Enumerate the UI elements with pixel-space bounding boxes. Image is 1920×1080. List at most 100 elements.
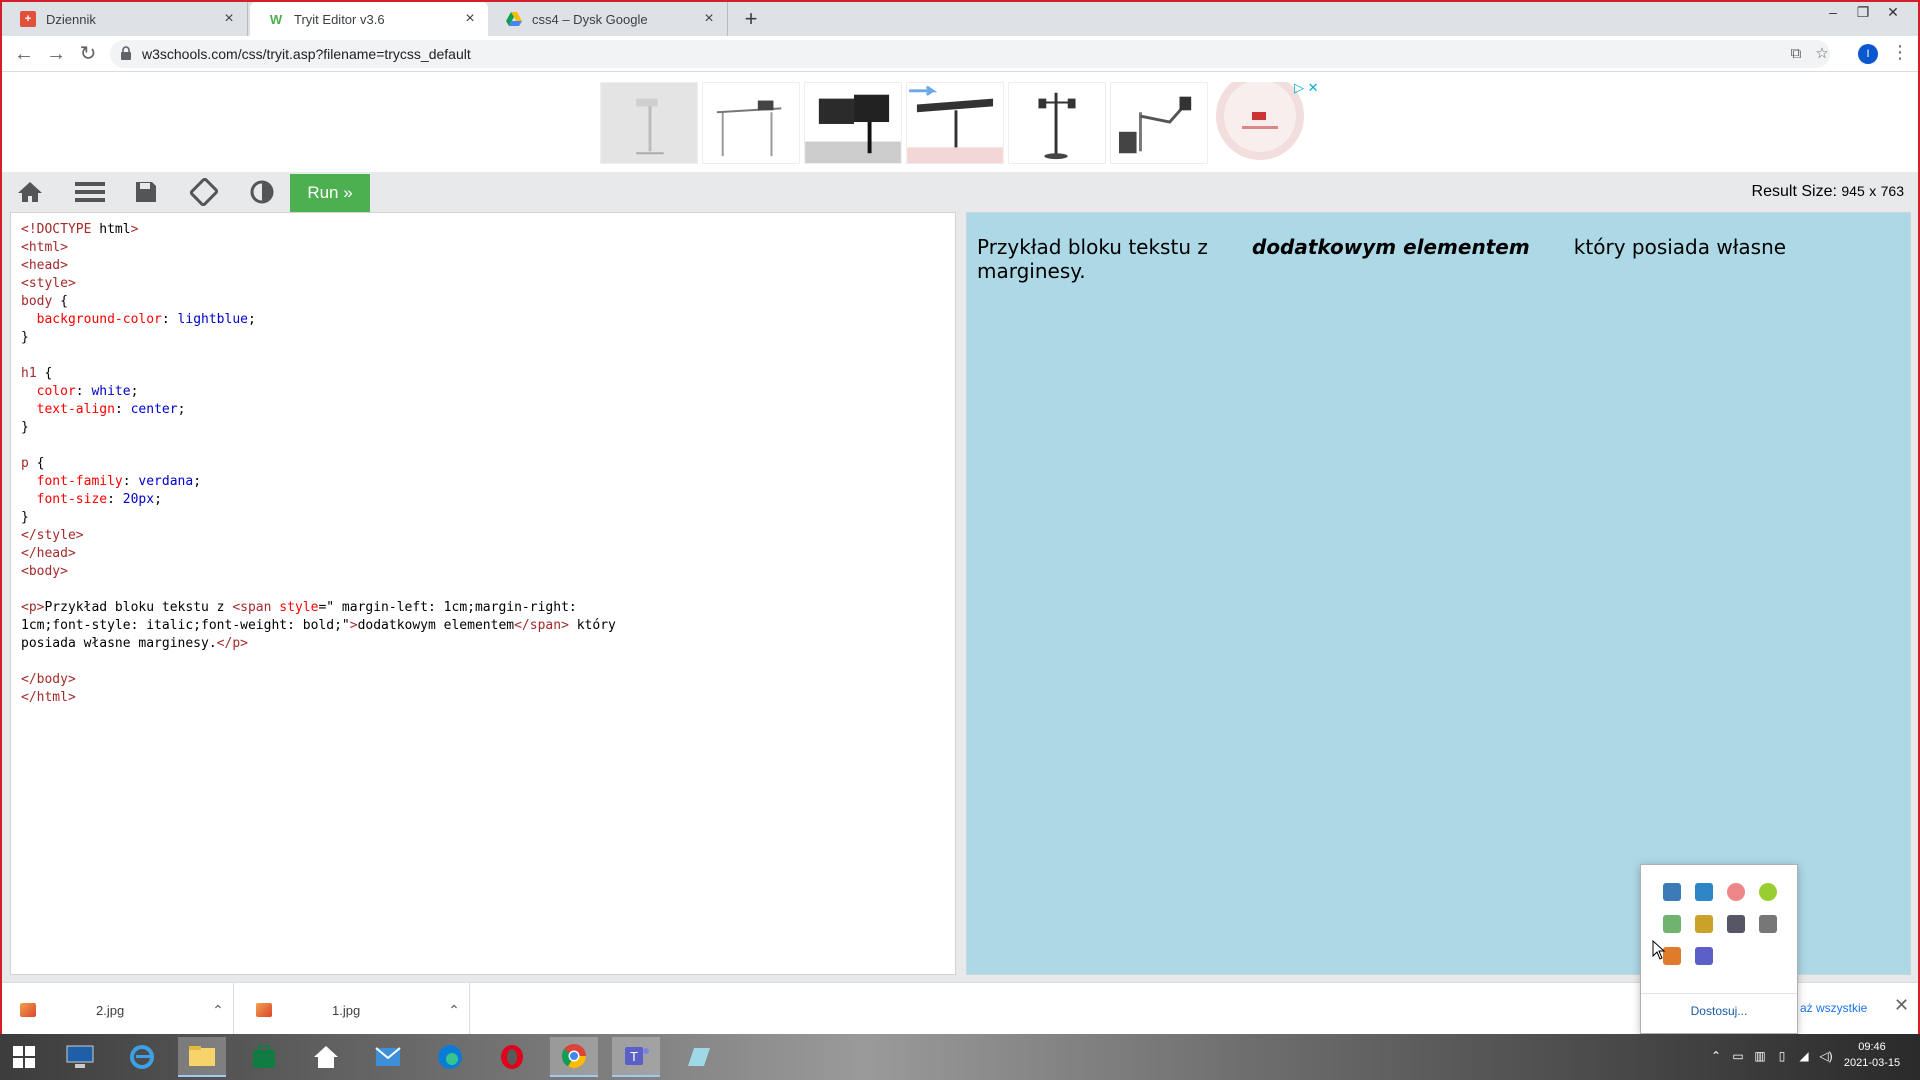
download-item[interactable]: 1.jpg ⌃	[238, 983, 470, 1037]
code-line[interactable]: h1 {	[21, 365, 945, 383]
code-line[interactable]: text-align: center;	[21, 401, 945, 419]
back-icon[interactable]: ←	[12, 42, 36, 66]
printer-tray-icon[interactable]	[1759, 915, 1777, 933]
theme-toggle-icon[interactable]	[244, 178, 280, 206]
restore-icon[interactable]: ❐	[1848, 4, 1878, 24]
ad-thumb-2[interactable]	[702, 82, 800, 164]
browser-menu-icon[interactable]: ⋮	[1890, 42, 1910, 66]
file-explorer-icon[interactable]	[178, 1037, 226, 1077]
opera-icon[interactable]	[488, 1037, 536, 1077]
code-line[interactable]: font-size: 20px;	[21, 491, 945, 509]
tab-google-drive[interactable]: css4 – Dysk Google ×	[488, 2, 728, 36]
result-span-emphasis: dodatkowym elementem	[1252, 235, 1530, 259]
code-line[interactable]: 1cm;font-style: italic;font-weight: bold…	[21, 617, 945, 635]
forward-icon[interactable]: →	[44, 42, 68, 66]
code-line[interactable]: color: white;	[21, 383, 945, 401]
code-line[interactable]: </body>	[21, 671, 945, 689]
bookmark-star-icon[interactable]: ☆	[1812, 44, 1832, 64]
wifi-icon[interactable]: ◢	[1796, 1048, 1812, 1064]
code-line[interactable]: ​	[21, 581, 945, 599]
code-line[interactable]: ​	[21, 653, 945, 671]
mail-icon[interactable]	[364, 1037, 412, 1077]
close-icon[interactable]: ×	[219, 10, 239, 28]
ad-thumb-1[interactable]	[600, 82, 698, 164]
notes-app-icon[interactable]	[674, 1037, 722, 1077]
new-tab-button[interactable]: +	[738, 6, 764, 32]
close-icon[interactable]: ×	[699, 10, 719, 28]
run-button[interactable]: Run »	[290, 174, 370, 212]
security-tray-icon[interactable]	[1663, 915, 1681, 933]
chevron-up-icon[interactable]: ⌃	[439, 1002, 469, 1019]
save-icon[interactable]	[128, 178, 164, 206]
code-line[interactable]: <body>	[21, 563, 945, 581]
rotate-orientation-icon[interactable]	[186, 178, 222, 206]
close-downloads-icon[interactable]: ✕	[1894, 995, 1909, 1016]
tab-tryit-editor[interactable]: W Tryit Editor v3.6 ×	[250, 2, 488, 36]
code-line[interactable]: </style>	[21, 527, 945, 545]
package-tray-icon[interactable]	[1695, 915, 1713, 933]
windows-start-icon[interactable]	[0, 1037, 48, 1077]
teams-icon[interactable]: T	[612, 1037, 660, 1077]
store-icon[interactable]	[240, 1037, 288, 1077]
code-line[interactable]: ​	[21, 437, 945, 455]
ad-thumb-3[interactable]	[804, 82, 902, 164]
ad-thumb-4[interactable]	[906, 82, 1004, 164]
code-line[interactable]: <html>	[21, 239, 945, 257]
ad-thumb-6[interactable]	[1110, 82, 1208, 164]
home-app-icon[interactable]	[302, 1037, 350, 1077]
home-icon[interactable]	[12, 178, 48, 206]
show-hidden-icons-icon[interactable]: ⌃	[1708, 1048, 1724, 1064]
edge-icon[interactable]	[426, 1037, 474, 1077]
minimize-icon[interactable]: –	[1818, 4, 1848, 24]
code-line[interactable]: <!DOCTYPE html>	[21, 221, 945, 239]
display-icon[interactable]: ▯	[1774, 1048, 1790, 1064]
code-line[interactable]: ​	[21, 347, 945, 365]
code-line[interactable]: </html>	[21, 689, 945, 707]
ad-thumb-5[interactable]	[1008, 82, 1106, 164]
network-tray-icon[interactable]	[1727, 883, 1745, 901]
code-editor[interactable]: <!DOCTYPE html> <html> <head> <style> body {…	[10, 212, 956, 975]
profile-avatar[interactable]: I	[1858, 44, 1878, 64]
show-all-downloads-link[interactable]: aż wszystkie	[1798, 997, 1870, 1019]
internet-explorer-icon[interactable]	[118, 1037, 166, 1077]
system-clock[interactable]: 09:46 2021-03-15	[1832, 1039, 1912, 1071]
code-line[interactable]: }	[21, 329, 945, 347]
code-line[interactable]: <head>	[21, 257, 945, 275]
tab-title: Dziennik	[46, 11, 96, 27]
chrome-icon[interactable]	[550, 1037, 598, 1077]
code-line[interactable]: background-color: lightblue;	[21, 311, 945, 329]
result-size-label: Result Size:	[1751, 183, 1837, 200]
code-line[interactable]: font-family: verdana;	[21, 473, 945, 491]
address-bar[interactable]: w3schools.com/css/tryit.asp?filename=try…	[110, 40, 1830, 68]
tab-title: Tryit Editor v3.6	[294, 11, 385, 27]
clock-date: 2021-03-15	[1843, 1057, 1901, 1069]
close-window-icon[interactable]: ✕	[1878, 4, 1908, 24]
code-line[interactable]: </head>	[21, 545, 945, 563]
code-line[interactable]: posiada własne marginesy.</p>	[21, 635, 945, 653]
app-tray-icon[interactable]	[1695, 883, 1713, 901]
teams-tray-icon[interactable]	[1695, 947, 1713, 965]
update-tray-icon[interactable]	[1759, 883, 1777, 901]
customize-link[interactable]: Dostosuj...	[1641, 993, 1797, 1018]
code-line[interactable]: <p>Przykład bloku tekstu z <span style="…	[21, 599, 945, 617]
code-line[interactable]: }	[21, 509, 945, 527]
settings-tray-icon[interactable]	[1727, 915, 1745, 933]
network-icon[interactable]: ▥	[1752, 1048, 1768, 1064]
menu-icon[interactable]	[72, 178, 108, 206]
code-line[interactable]: p {	[21, 455, 945, 473]
reload-icon[interactable]: ↻	[76, 42, 100, 66]
librus-icon: +	[20, 11, 36, 27]
battery-icon[interactable]: ▭	[1730, 1048, 1746, 1064]
code-line[interactable]: }	[21, 419, 945, 437]
ad-choices-icon[interactable]: ▷ ✕	[1294, 80, 1319, 96]
code-line[interactable]: <style>	[21, 275, 945, 293]
chevron-up-icon[interactable]: ⌃	[203, 1002, 233, 1019]
code-line[interactable]: body {	[21, 293, 945, 311]
translate-icon[interactable]: ⧉	[1786, 44, 1806, 64]
download-item[interactable]: 2.jpg ⌃	[2, 983, 234, 1037]
monitor-tray-icon[interactable]	[1663, 883, 1681, 901]
tab-dziennik[interactable]: + Dziennik ×	[2, 2, 248, 36]
lenovo-icon[interactable]	[56, 1037, 104, 1077]
url-text[interactable]: w3schools.com/css/tryit.asp?filename=try…	[142, 46, 471, 62]
close-icon[interactable]: ×	[460, 10, 480, 28]
